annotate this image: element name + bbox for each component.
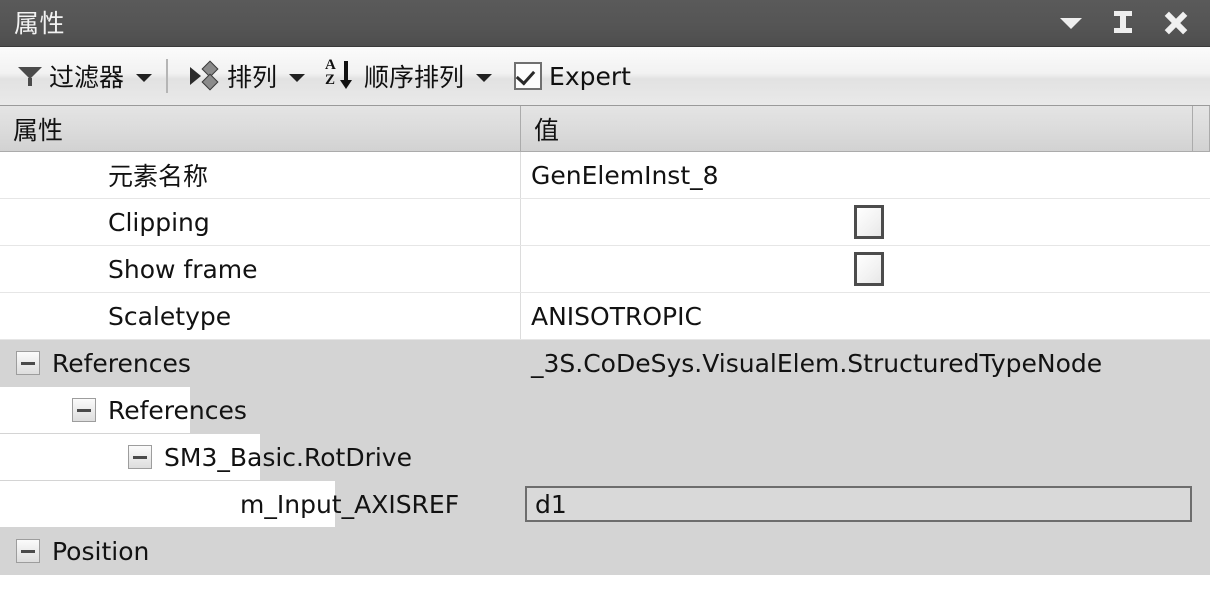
property-name-label: Show frame [108, 254, 258, 284]
property-name-cell[interactable]: 元素名称 [0, 152, 521, 198]
property-name-label: References [108, 395, 247, 425]
title-bar-buttons [1060, 11, 1210, 35]
property-value-input-text: d1 [535, 489, 567, 519]
filter-label: 过滤器 [49, 63, 125, 92]
close-button[interactable] [1164, 11, 1188, 35]
properties-grid: 属性 值 元素名称 GenElemInst_8 Clipping Show frame… [0, 106, 1210, 599]
table-row[interactable]: Clipping [0, 199, 1210, 246]
grid-right-edge [1193, 387, 1210, 433]
grid-right-edge [1193, 246, 1210, 292]
tree-collapse-icon[interactable] [72, 398, 96, 422]
close-icon [1164, 11, 1188, 35]
auto-hide-pin-button[interactable] [1112, 11, 1134, 35]
table-row[interactable]: Position [0, 528, 1210, 575]
toolbar: 过滤器 排列 AZ 顺序排列 Expert [0, 47, 1210, 106]
property-value-input[interactable]: d1 [525, 486, 1192, 522]
property-name-cell[interactable]: m_Input_AXISREF [0, 481, 521, 527]
property-value-cell[interactable]: ANISOTROPIC [521, 293, 1210, 339]
property-name-cell[interactable]: References [0, 387, 521, 433]
column-header-property[interactable]: 属性 [0, 106, 521, 152]
property-name-label: 元素名称 [108, 162, 209, 191]
property-value-cell[interactable]: GenElemInst_8 [521, 152, 1210, 198]
chevron-down-icon[interactable] [136, 74, 153, 82]
filter-button[interactable]: 过滤器 [12, 47, 153, 105]
table-row[interactable]: Show frame [0, 246, 1210, 293]
arrange-label: 排列 [227, 63, 278, 92]
pin-icon [1112, 11, 1134, 35]
menu-dropdown-button[interactable] [1060, 17, 1082, 29]
properties-panel: 属性 过滤器 排列 A Z 顺序排列 Expert 属性 值 元素名称 GenE… [0, 0, 1210, 599]
property-name-cell[interactable]: Clipping [0, 199, 521, 245]
table-row[interactable]: References _3S.CoDeSys.VisualElem.Structu… [0, 340, 1210, 387]
grid-right-edge [1193, 152, 1210, 198]
property-value-cell[interactable] [521, 434, 1210, 480]
caret-down-icon [1060, 17, 1082, 29]
property-value-cell[interactable]: _3S.CoDeSys.VisualElem.StructuredTypeNod… [521, 340, 1210, 386]
tree-collapse-icon[interactable] [128, 445, 152, 469]
grid-header-row: 属性 值 [0, 106, 1210, 152]
arrange-icon [190, 60, 220, 91]
property-value-checkbox[interactable] [854, 252, 884, 286]
chevron-down-icon[interactable] [289, 74, 306, 82]
property-name-label: Position [52, 536, 150, 566]
column-header-filler [1193, 106, 1210, 152]
property-name-cell[interactable]: References [0, 340, 521, 386]
table-row[interactable]: SM3_Basic.RotDrive [0, 434, 1210, 481]
property-name-cell[interactable]: Position [0, 528, 521, 574]
funnel-icon [18, 64, 42, 88]
column-header-value-label: 值 [534, 115, 560, 145]
property-name-cell[interactable]: Scaletype [0, 293, 521, 339]
grid-right-edge [1193, 340, 1210, 386]
grid-right-edge [1193, 528, 1210, 574]
table-row[interactable]: References [0, 387, 1210, 434]
property-name-label: Clipping [108, 207, 210, 237]
property-value-cell[interactable] [521, 387, 1210, 433]
property-name-label: m_Input_AXISREF [240, 489, 460, 519]
property-name-label: SM3_Basic.RotDrive [164, 442, 412, 472]
toolbar-separator [166, 59, 169, 93]
table-row[interactable]: m_Input_AXISREF d1 [0, 481, 1210, 528]
expert-label: Expert [549, 61, 631, 91]
table-row[interactable]: Scaletype ANISOTROPIC [0, 293, 1210, 340]
property-value-label: ANISOTROPIC [531, 301, 702, 331]
sort-order-label: 顺序排列 [364, 63, 465, 92]
tree-collapse-icon[interactable] [16, 351, 40, 375]
property-name-cell[interactable]: Show frame [0, 246, 521, 292]
column-header-property-label: 属性 [13, 115, 64, 145]
expert-checkbox[interactable] [514, 62, 543, 90]
tree-collapse-icon[interactable] [16, 539, 40, 563]
property-value-cell[interactable] [521, 246, 1210, 292]
sort-az-icon: AZ [325, 58, 357, 92]
arrange-button[interactable]: 排列 [182, 47, 306, 105]
column-header-value[interactable]: 值 [521, 106, 1193, 152]
property-value-cell[interactable] [521, 528, 1210, 574]
property-value-cell[interactable] [521, 199, 1210, 245]
sort-order-button[interactable]: AZ 顺序排列 [317, 47, 493, 105]
table-row[interactable]: 元素名称 GenElemInst_8 [0, 152, 1210, 199]
property-value-label: _3S.CoDeSys.VisualElem.StructuredTypeNod… [531, 348, 1103, 378]
panel-title: 属性 [14, 8, 66, 38]
property-value-cell[interactable]: d1 [521, 481, 1210, 527]
chevron-down-icon[interactable] [476, 74, 493, 82]
grid-right-edge [1193, 199, 1210, 245]
property-value-label: GenElemInst_8 [531, 160, 719, 190]
title-bar: 属性 [0, 0, 1210, 47]
property-name-label: Scaletype [108, 301, 232, 331]
property-name-cell[interactable]: SM3_Basic.RotDrive [0, 434, 521, 480]
property-value-checkbox[interactable] [854, 205, 884, 239]
property-name-label: References [52, 348, 191, 378]
grid-body: 元素名称 GenElemInst_8 Clipping Show frame Scale… [0, 152, 1210, 575]
grid-right-edge [1193, 481, 1210, 527]
grid-right-edge [1193, 434, 1210, 480]
expert-toggle[interactable]: Expert [506, 47, 631, 105]
grid-right-edge [1193, 293, 1210, 339]
